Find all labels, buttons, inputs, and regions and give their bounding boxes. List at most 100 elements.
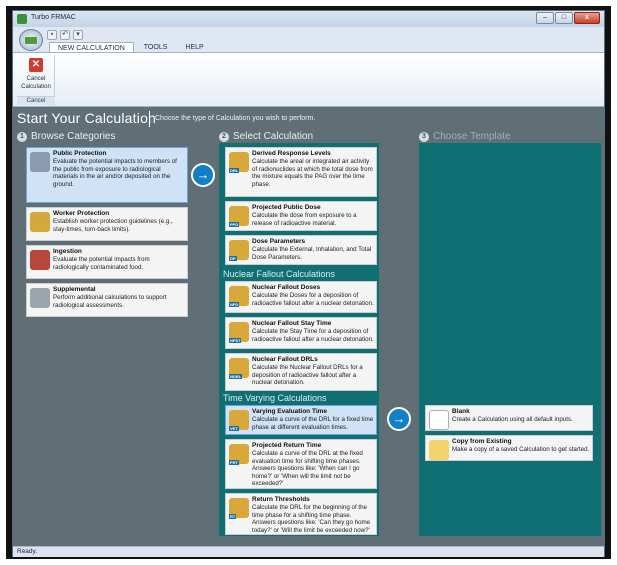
status-bar: Ready. (13, 546, 604, 557)
rt-icon: RT (229, 498, 249, 519)
minimize-button[interactable]: – (536, 12, 554, 24)
cancel-calculation-label: Cancel Calculation (21, 76, 51, 90)
calc-nuclear-fallout-stay-time[interactable]: NFST Nuclear Fallout Stay Time Calculate… (225, 317, 377, 349)
nfd-icon: NFD (229, 286, 249, 307)
close-button[interactable]: x (574, 12, 600, 24)
cancel-calculation-button[interactable]: ✕ Cancel Calculation Cancel (17, 55, 55, 106)
column-title-text: Select Calculation (233, 131, 314, 142)
icon-tag: NDRL (229, 374, 243, 379)
template-description: Create a Calculation using all default i… (452, 416, 573, 423)
category-title: Public Protection (53, 150, 107, 157)
app-window: Turbo FRMAC – □ x ▪ ↶ ▾ NEW CALCULATION … (12, 10, 605, 557)
calc-title: Varying Evaluation Time (252, 408, 328, 415)
section-heading-time-varying: Time Varying Calculations (223, 393, 327, 403)
calc-derived-response-levels[interactable]: DRL Derived Response Levels Calculate th… (225, 147, 377, 197)
window-title: Turbo FRMAC (31, 14, 76, 21)
template-description: Make a copy of a saved Calculation to ge… (452, 446, 590, 453)
calc-title: Nuclear Fallout Doses (252, 284, 321, 291)
choose-template-panel (419, 143, 601, 536)
person-shield-icon (30, 152, 50, 172)
calc-description: Calculate a curve of the DRL for a fixed… (252, 416, 374, 431)
category-ingestion[interactable]: Ingestion Evaluate the potential impacts… (26, 245, 188, 279)
icon-tag: PPD (229, 222, 240, 227)
status-text: Ready. (17, 548, 38, 555)
heading-divider (149, 111, 150, 127)
calc-title: Return Thresholds (252, 496, 310, 503)
category-description: Perform additional calculations to suppo… (53, 294, 167, 309)
qat-dropdown-icon[interactable]: ▾ (73, 30, 83, 40)
blank-doc-icon (429, 410, 449, 430)
page-title: Start Your Calculation (17, 110, 157, 126)
icon-tag: PRT (229, 460, 239, 465)
calc-return-thresholds[interactable]: RT Return Thresholds Calculate the DRL f… (225, 493, 377, 535)
template-copy-from-existing[interactable]: Copy from Existing Make a copy of a save… (425, 435, 593, 461)
food-icon (30, 250, 50, 270)
category-description: Evaluate the potential impacts to member… (53, 158, 177, 188)
prt-icon: PRT (229, 444, 249, 465)
nfst-icon: NFST (229, 322, 249, 343)
step-number-2: 2 (219, 131, 229, 142)
calc-projected-return-time[interactable]: PRT Projected Return Time Calculate a cu… (225, 439, 377, 489)
arrow-right-icon: → (191, 163, 215, 187)
icon-tag: NFD (229, 302, 240, 307)
arrow-right-icon: → (387, 407, 411, 431)
cancel-x-icon: ✕ (29, 58, 43, 72)
icon-tag: DRL (229, 168, 240, 173)
calc-description: Calculate the DRL for the beginning of t… (252, 504, 371, 534)
calc-description: Calculate a curve of the DRL at the fixe… (252, 450, 363, 487)
save-icon[interactable]: ▪ (47, 30, 57, 40)
calc-title: Nuclear Fallout DRLs (252, 356, 318, 363)
calc-dose-parameters[interactable]: DP Dose Parameters Calculate the Externa… (225, 235, 377, 265)
template-title: Blank (452, 408, 470, 415)
calc-title: Nuclear Fallout Stay Time (252, 320, 332, 327)
dp-icon: DP (229, 240, 249, 261)
maximize-button[interactable]: □ (555, 12, 573, 24)
calc-title: Projected Public Dose (252, 204, 321, 211)
column-title-template: 3 Choose Template (419, 131, 511, 142)
main-content: Start Your Calculation Choose the type o… (13, 107, 604, 546)
ndrl-icon: NDRL (229, 358, 249, 379)
icon-tag: NFST (229, 338, 242, 343)
ppd-icon: PPD (229, 206, 249, 227)
category-worker-protection[interactable]: Worker Protection Establish worker prote… (26, 207, 188, 241)
column-title-select: 2 Select Calculation (219, 131, 313, 142)
ribbon: ✕ Cancel Calculation Cancel (13, 52, 604, 107)
undo-icon[interactable]: ↶ (60, 30, 70, 40)
calc-description: Calculate the Nuclear Fallout DRLs for a… (252, 364, 363, 386)
calc-title: Derived Response Levels (252, 150, 331, 157)
category-title: Ingestion (53, 248, 82, 255)
calculator-icon (30, 288, 50, 308)
app-logo-icon (25, 37, 37, 44)
calc-title: Dose Parameters (252, 238, 306, 245)
page-subtitle: Choose the type of Calculation you wish … (155, 115, 316, 122)
vet-icon: VET (229, 410, 249, 431)
template-title: Copy from Existing (452, 438, 512, 445)
drl-icon: DRL (229, 152, 249, 173)
copy-doc-icon (429, 440, 449, 460)
calc-varying-evaluation-time[interactable]: VET Varying Evaluation Time Calculate a … (225, 405, 377, 435)
category-supplemental[interactable]: Supplemental Perform additional calculat… (26, 283, 188, 317)
step-number-1: 1 (17, 131, 27, 142)
ribbon-group-label: Cancel (17, 96, 55, 105)
icon-tag: RT (229, 514, 237, 519)
category-description: Evaluate the potential impacts from radi… (53, 256, 150, 271)
template-blank[interactable]: Blank Create a Calculation using all def… (425, 405, 593, 431)
calc-description: Calculate the areal or integrated air ac… (252, 158, 373, 188)
worker-icon (30, 212, 50, 232)
column-title-browse: 1 Browse Categories (17, 131, 115, 142)
calc-description: Calculate the Doses for a deposition of … (252, 292, 374, 307)
column-title-text: Browse Categories (31, 131, 116, 142)
category-title: Supplemental (53, 286, 96, 293)
calc-description: Calculate the dose from exposure to a re… (252, 212, 357, 227)
calc-nuclear-fallout-doses[interactable]: NFD Nuclear Fallout Doses Calculate the … (225, 281, 377, 313)
calc-projected-public-dose[interactable]: PPD Projected Public Dose Calculate the … (225, 201, 377, 231)
application-menu-button[interactable] (19, 29, 43, 51)
category-public-protection[interactable]: Public Protection Evaluate the potential… (26, 147, 188, 203)
calc-title: Projected Return Time (252, 442, 322, 449)
calc-nuclear-fallout-drls[interactable]: NDRL Nuclear Fallout DRLs Calculate the … (225, 353, 377, 391)
app-icon (17, 14, 27, 24)
icon-tag: DP (229, 256, 237, 261)
category-title: Worker Protection (53, 210, 110, 217)
column-title-text: Choose Template (433, 131, 511, 142)
step-number-3: 3 (419, 131, 429, 142)
